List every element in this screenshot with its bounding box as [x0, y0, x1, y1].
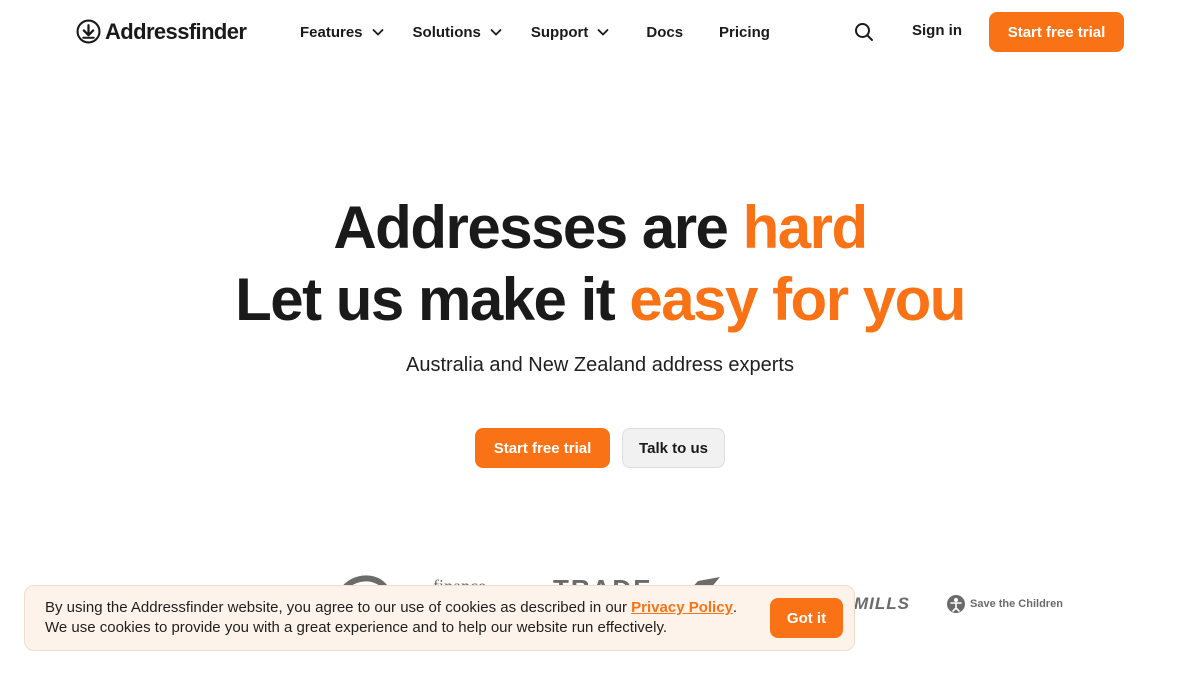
brand-name: Addressfinder — [105, 19, 247, 44]
addressfinder-logo-icon — [76, 19, 101, 44]
hero-start-trial-button[interactable]: Start free trial — [475, 428, 610, 468]
nav-item-support[interactable]: Support — [531, 24, 611, 41]
nav-item-label: Solutions — [412, 23, 481, 41]
sign-in-link[interactable]: Sign in — [912, 22, 962, 39]
cookie-text-line1: By using the Addressfinder website, you … — [45, 599, 632, 616]
nav-item-solutions[interactable]: Solutions — [413, 24, 503, 41]
nav-item-label: Pricing — [719, 23, 770, 41]
hero-heading-line-2: Let us make it easy for you — [0, 264, 1200, 336]
hero-subtitle: Australia and New Zealand address expert… — [406, 354, 794, 376]
chevron-down-icon — [490, 29, 502, 36]
hero-heading-accent: hard — [742, 194, 869, 261]
save-the-children-icon — [947, 595, 965, 613]
cookie-message: By using the Addressfinder website, you … — [45, 598, 765, 638]
hero-heading-text: Let us make it — [235, 266, 630, 333]
customer-logo-save-the-children: Save the Children — [946, 594, 1063, 614]
hero-heading-text: Addresses are — [333, 194, 743, 261]
nav-item-label: Features — [300, 23, 363, 41]
cookie-text-line2: We use cookies to provide you with a gre… — [45, 619, 668, 636]
chevron-down-icon — [597, 29, 609, 36]
nav-item-label: Docs — [646, 23, 684, 41]
main-nav: Features Solutions Support Docs Pricing — [300, 20, 770, 44]
nav-item-label: Support — [530, 23, 589, 41]
cookie-text-period: . — [732, 599, 738, 616]
hero-cta-group: Start free trial Talk to us — [0, 428, 1200, 468]
hero-heading-line-1: Addresses are hard — [0, 192, 1200, 264]
privacy-policy-link[interactable]: Privacy Policy — [631, 599, 733, 616]
search-icon[interactable] — [853, 21, 875, 43]
cookie-accept-button[interactable]: Got it — [770, 598, 843, 638]
brand-logo[interactable]: Addressfinder — [76, 19, 247, 44]
header-start-trial-button[interactable]: Start free trial — [989, 12, 1124, 52]
save-the-children-label: Save the Children — [970, 598, 1063, 610]
chevron-down-icon — [372, 29, 383, 36]
cookie-banner: By using the Addressfinder website, you … — [24, 585, 855, 651]
nav-item-features[interactable]: Features — [300, 24, 385, 41]
hero-heading-accent: easy for you — [629, 266, 966, 333]
talk-to-us-button[interactable]: Talk to us — [622, 428, 725, 468]
site-header: Addressfinder Features Solutions Support… — [0, 0, 1200, 64]
nav-item-docs[interactable]: Docs — [646, 24, 683, 41]
nav-item-pricing[interactable]: Pricing — [719, 24, 770, 41]
customer-logo-mills: MILLS — [854, 594, 910, 613]
